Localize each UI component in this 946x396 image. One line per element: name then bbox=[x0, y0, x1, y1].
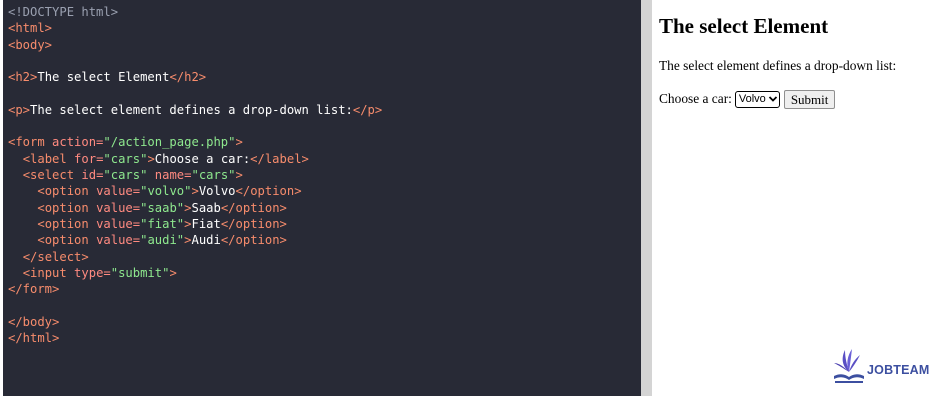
code-token-attr: name= bbox=[147, 168, 192, 182]
code-line: <option value="volvo">Volvo</option> bbox=[8, 183, 302, 199]
code-token-tag: <input bbox=[22, 265, 67, 280]
code-token-tag: <option bbox=[37, 184, 89, 199]
code-token-tag: <form bbox=[8, 135, 45, 150]
code-token-tag: </label> bbox=[250, 151, 309, 166]
code-line: </html> bbox=[8, 330, 59, 346]
code-token-str: "saab" bbox=[140, 200, 185, 215]
code-token-attr: value= bbox=[88, 200, 141, 215]
code-line: </body> bbox=[8, 314, 59, 330]
code-line: <p>The select element defines a drop-dow… bbox=[8, 102, 382, 118]
jobteam-logo-icon bbox=[834, 349, 864, 383]
code-token-str: "submit" bbox=[110, 265, 170, 280]
code-token-tag: > bbox=[147, 151, 155, 166]
code-token-tag: </p> bbox=[352, 102, 383, 117]
code-line: <option value="audi">Audi</option> bbox=[8, 232, 287, 248]
code-line: <select id="cars" name="cars"> bbox=[8, 167, 243, 183]
code-token-attr: for= bbox=[66, 151, 104, 166]
code-token-tag: <body> bbox=[8, 37, 53, 52]
code-token-tag: </option> bbox=[235, 184, 302, 199]
code-token-tag: <option bbox=[37, 200, 89, 215]
code-line: <option value="fiat">Fiat</option> bbox=[8, 216, 287, 232]
code-line: <label for="cars">Choose a car:</label> bbox=[8, 151, 309, 167]
car-form: Choose a car: Volvo Submit bbox=[659, 89, 836, 109]
code-token-str: "fiat" bbox=[140, 216, 185, 231]
code-token-tag: </option> bbox=[220, 216, 287, 231]
result-paragraph: The select element defines a drop-down l… bbox=[659, 58, 897, 73]
code-token-text: Audi bbox=[191, 233, 221, 248]
code-token-tag: </html> bbox=[8, 331, 60, 345]
code-token-tag: > bbox=[169, 265, 177, 280]
car-select-label: Choose a car: bbox=[659, 91, 732, 106]
code-line: <option value="saab">Saab</option> bbox=[8, 200, 287, 216]
code-line: <input type="submit"> bbox=[8, 265, 177, 281]
code-token-attr: type= bbox=[66, 265, 111, 280]
code-token-tag: <label bbox=[22, 151, 67, 166]
code-token-text: Choose a car: bbox=[154, 151, 251, 166]
code-token-tag: <html> bbox=[8, 21, 53, 36]
code-token-tag: <option bbox=[37, 233, 89, 248]
code-token-str: "volvo" bbox=[140, 184, 192, 199]
code-token-text: Saab bbox=[191, 200, 221, 215]
code-token-attr: action= bbox=[44, 135, 104, 150]
code-token-text: The select element defines a drop-down l… bbox=[30, 102, 353, 117]
code-token-tag: </option> bbox=[220, 233, 287, 248]
code-line: <h2>The select Element</h2> bbox=[8, 69, 206, 85]
code-token-tag: <p> bbox=[8, 102, 31, 117]
code-token-tag: </option> bbox=[220, 200, 287, 215]
logo-text: JOBTEAM bbox=[867, 363, 930, 377]
code-line: <html> bbox=[8, 20, 52, 36]
code-token-doctype: <!DOCTYPE html> bbox=[8, 5, 119, 19]
code-token-tag: <option bbox=[37, 216, 89, 231]
code-token-str: "cars" bbox=[103, 168, 148, 182]
code-token-tag: </h2> bbox=[169, 70, 207, 85]
code-line: <form action="/action_page.php"> bbox=[8, 134, 243, 150]
car-select[interactable]: Volvo bbox=[734, 90, 780, 108]
code-token-attr: value= bbox=[88, 233, 141, 248]
code-token-tag: </select> bbox=[22, 249, 89, 264]
code-token-tag: > bbox=[235, 135, 243, 150]
code-token-tag: </body> bbox=[8, 314, 60, 329]
code-token-attr: id= bbox=[74, 168, 104, 182]
code-token-text: The select Element bbox=[37, 70, 170, 85]
code-token-attr: value= bbox=[88, 216, 141, 231]
jobteam-logo: JOBTEAM bbox=[832, 346, 930, 384]
code-token-str: "cars" bbox=[191, 168, 236, 182]
result-pane: The select Element The select element de… bbox=[652, 0, 946, 396]
car-select-value: Volvo bbox=[738, 93, 766, 105]
code-token-tag: > bbox=[235, 168, 243, 182]
code-editor[interactable]: <!DOCTYPE html> <html> <body> <h2>The selec… bbox=[3, 0, 641, 396]
code-line: <!DOCTYPE html> bbox=[8, 4, 118, 20]
code-token-tag: > bbox=[191, 184, 199, 199]
code-token-tag: <h2> bbox=[8, 70, 38, 85]
code-token-attr: value= bbox=[88, 184, 141, 199]
result-heading: The select Element bbox=[659, 14, 829, 38]
pane-splitter[interactable] bbox=[641, 0, 652, 396]
code-token-tag: </form> bbox=[8, 282, 60, 297]
code-token-str: "/action_page.php" bbox=[103, 135, 236, 150]
code-token-text: Fiat bbox=[191, 216, 221, 231]
code-token-str: "audi" bbox=[140, 233, 185, 248]
chevron-down-icon bbox=[768, 96, 777, 102]
code-line: <body> bbox=[8, 37, 52, 53]
code-line: </form> bbox=[8, 281, 59, 297]
submit-button[interactable]: Submit bbox=[783, 89, 836, 109]
code-line: </select> bbox=[8, 249, 89, 265]
code-token-tag: <select bbox=[22, 168, 75, 182]
code-token-str: "cars" bbox=[103, 151, 148, 166]
code-token-text: Volvo bbox=[198, 184, 236, 199]
